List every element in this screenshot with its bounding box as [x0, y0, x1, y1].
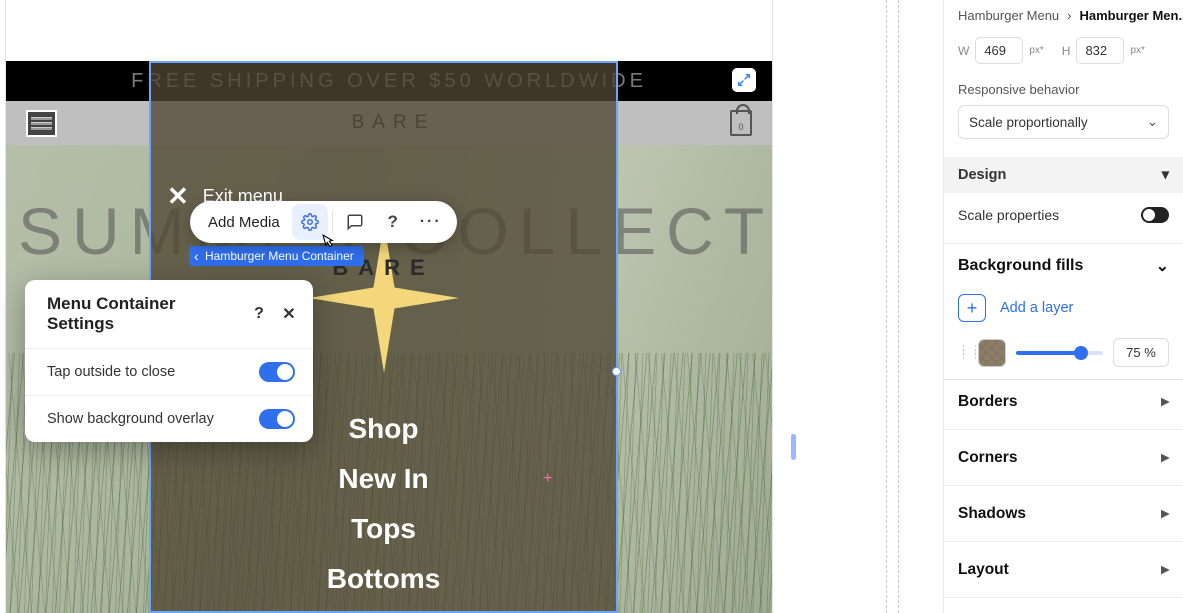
- breadcrumb[interactable]: Hamburger Menu › Hamburger Men...: [958, 8, 1169, 23]
- scale-properties-toggle[interactable]: [1141, 207, 1169, 223]
- menu-item[interactable]: New In: [338, 463, 428, 495]
- height-label: H: [1062, 44, 1071, 58]
- resize-handle-right[interactable]: [612, 367, 621, 376]
- plus-icon: +: [958, 294, 986, 322]
- chevron-right-icon: ▸: [1161, 448, 1169, 467]
- chevron-down-icon: ▾: [1162, 167, 1169, 183]
- expand-icon[interactable]: [732, 68, 756, 92]
- chevron-right-icon: ▸: [1161, 504, 1169, 523]
- more-icon[interactable]: ···: [413, 204, 449, 240]
- comment-icon[interactable]: [337, 204, 373, 240]
- chevron-right-icon: ▸: [1161, 392, 1169, 411]
- borders-section[interactable]: Borders▸: [958, 380, 1169, 423]
- bag-icon[interactable]: 0: [730, 110, 752, 136]
- add-layer-button[interactable]: + Add a layer: [958, 294, 1169, 322]
- design-section-header[interactable]: Design ▾: [944, 157, 1183, 193]
- tap-outside-toggle[interactable]: [259, 362, 295, 382]
- width-input[interactable]: 469: [975, 37, 1023, 64]
- inspector-panel: Hamburger Menu › Hamburger Men... W 469 …: [943, 0, 1183, 613]
- menu-item[interactable]: Tops: [351, 513, 416, 545]
- chevron-down-icon: ⌄: [1156, 256, 1169, 276]
- hamburger-icon[interactable]: [26, 110, 57, 137]
- scrollbar-thumb[interactable]: [791, 434, 796, 460]
- tap-outside-label: Tap outside to close: [47, 364, 175, 380]
- bg-overlay-label: Show background overlay: [47, 411, 214, 427]
- close-icon[interactable]: ✕: [167, 181, 189, 212]
- shadows-section[interactable]: Shadows▸: [958, 492, 1169, 535]
- opacity-slider[interactable]: [1016, 351, 1103, 355]
- help-icon[interactable]: ?: [375, 204, 411, 240]
- popover-title: Menu Container Settings: [47, 294, 239, 334]
- menu-item[interactable]: Shop: [349, 413, 419, 445]
- help-icon[interactable]: ?: [249, 305, 269, 323]
- close-icon[interactable]: ✕: [279, 304, 299, 324]
- height-input[interactable]: 832: [1076, 37, 1124, 64]
- plus-marker-icon: +: [543, 470, 552, 488]
- chevron-right-icon: ▸: [1161, 560, 1169, 579]
- scale-properties-label: Scale properties: [958, 207, 1059, 223]
- menu-item-list: Shop New In Tops Bottoms Accessories: [151, 413, 616, 613]
- drag-handle-icon[interactable]: ⋮⋮⋮⋮: [958, 348, 968, 358]
- responsive-select[interactable]: Scale proportionally ⌄: [958, 105, 1169, 139]
- add-media-button[interactable]: Add Media: [208, 214, 290, 231]
- layout-section[interactable]: Layout▸: [958, 548, 1169, 591]
- bg-overlay-toggle[interactable]: [259, 409, 295, 429]
- fill-color-swatch[interactable]: [978, 339, 1006, 367]
- responsive-label: Responsive behavior: [958, 82, 1169, 97]
- menu-item[interactable]: Bottoms: [327, 563, 441, 595]
- menu-container-settings-popover: Menu Container Settings ? ✕ Tap outside …: [25, 280, 313, 442]
- chevron-down-icon: ⌄: [1147, 114, 1158, 130]
- corners-section[interactable]: Corners▸: [958, 436, 1169, 479]
- background-fills-header[interactable]: Background fills ⌄: [958, 250, 1169, 286]
- width-label: W: [958, 44, 969, 58]
- opacity-input[interactable]: 75 %: [1113, 338, 1169, 367]
